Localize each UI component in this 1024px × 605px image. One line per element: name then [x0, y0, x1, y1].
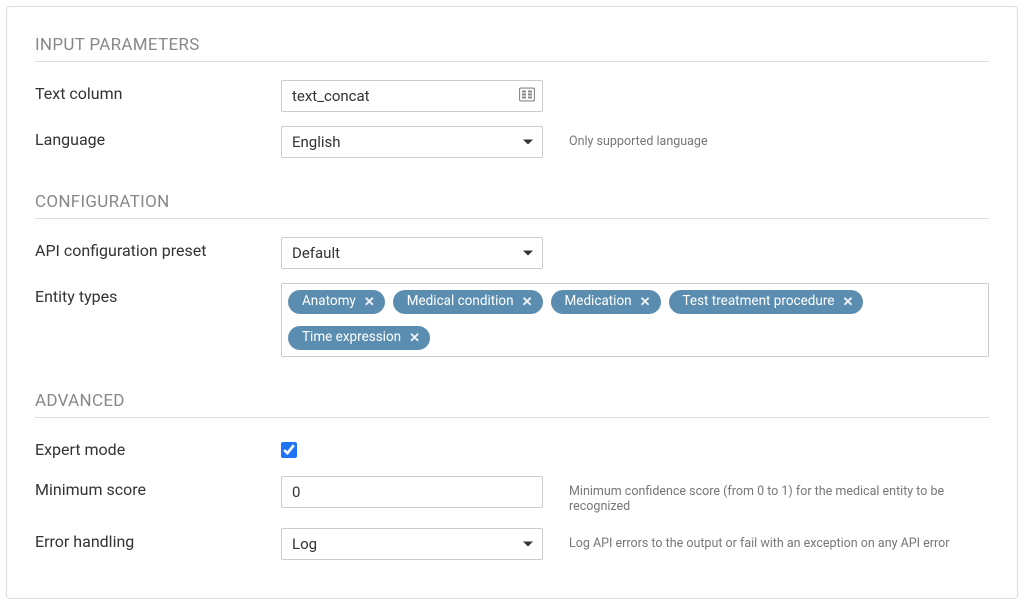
control-entity-types: Anatomy✕Medical condition✕Medication✕Tes…	[281, 283, 989, 357]
entity-tag: Time expression ✕	[288, 326, 430, 350]
row-api-preset: API configuration preset Default	[35, 237, 989, 269]
control-minimum-score	[281, 476, 543, 508]
row-language: Language English Only supported language	[35, 126, 989, 158]
entity-tag: Medication ✕	[551, 290, 661, 314]
section-advanced: ADVANCED Expert mode Minimum score Minim…	[35, 391, 989, 560]
expert-mode-checkbox[interactable]	[281, 442, 297, 458]
label-error-handling: Error handling	[35, 528, 281, 551]
section-configuration: CONFIGURATION API configuration preset D…	[35, 192, 989, 357]
entity-tag-label: Anatomy	[302, 295, 356, 309]
remove-tag-icon[interactable]: ✕	[640, 296, 651, 309]
entity-tag: Anatomy ✕	[288, 290, 385, 314]
settings-panel: INPUT PARAMETERS Text column Language En…	[6, 6, 1018, 599]
hint-minimum-score: Minimum confidence score (from 0 to 1) f…	[543, 476, 989, 514]
section-input-parameters: INPUT PARAMETERS Text column Language En…	[35, 35, 989, 158]
control-api-preset: Default	[281, 237, 543, 269]
control-error-handling: Log	[281, 528, 543, 560]
row-text-column: Text column	[35, 80, 989, 112]
row-expert-mode: Expert mode	[35, 436, 989, 462]
row-error-handling: Error handling Log Log API errors to the…	[35, 528, 989, 560]
section-header-advanced: ADVANCED	[35, 391, 989, 418]
entity-tag-label: Medical condition	[407, 295, 514, 309]
entity-tag-label: Time expression	[302, 331, 401, 345]
row-minimum-score: Minimum score Minimum confidence score (…	[35, 476, 989, 514]
error-handling-select[interactable]: Log	[281, 528, 543, 560]
entity-tag-label: Test treatment procedure	[683, 295, 835, 309]
remove-tag-icon[interactable]: ✕	[409, 332, 420, 345]
label-api-preset: API configuration preset	[35, 237, 281, 260]
language-select[interactable]: English	[281, 126, 543, 158]
label-entity-types: Entity types	[35, 283, 281, 306]
label-text-column: Text column	[35, 80, 281, 103]
minimum-score-input[interactable]	[281, 476, 543, 508]
remove-tag-icon[interactable]: ✕	[522, 296, 533, 309]
entity-tag: Medical condition ✕	[393, 290, 543, 314]
control-text-column	[281, 80, 543, 112]
hint-error-handling: Log API errors to the output or fail wit…	[543, 528, 989, 551]
hint-language: Only supported language	[543, 126, 989, 149]
entity-tag-label: Medication	[565, 295, 632, 309]
section-header-config: CONFIGURATION	[35, 192, 989, 219]
row-entity-types: Entity types Anatomy✕Medical condition✕M…	[35, 283, 989, 357]
label-expert-mode: Expert mode	[35, 436, 281, 459]
entity-tag: Test treatment procedure ✕	[669, 290, 864, 314]
remove-tag-icon[interactable]: ✕	[842, 296, 853, 309]
control-language: English	[281, 126, 543, 158]
control-expert-mode	[281, 436, 543, 462]
text-column-input[interactable]	[281, 80, 543, 112]
api-preset-select[interactable]: Default	[281, 237, 543, 269]
remove-tag-icon[interactable]: ✕	[364, 296, 375, 309]
entity-types-tagbox[interactable]: Anatomy✕Medical condition✕Medication✕Tes…	[281, 283, 989, 357]
section-header-input: INPUT PARAMETERS	[35, 35, 989, 62]
label-language: Language	[35, 126, 281, 149]
label-minimum-score: Minimum score	[35, 476, 281, 499]
